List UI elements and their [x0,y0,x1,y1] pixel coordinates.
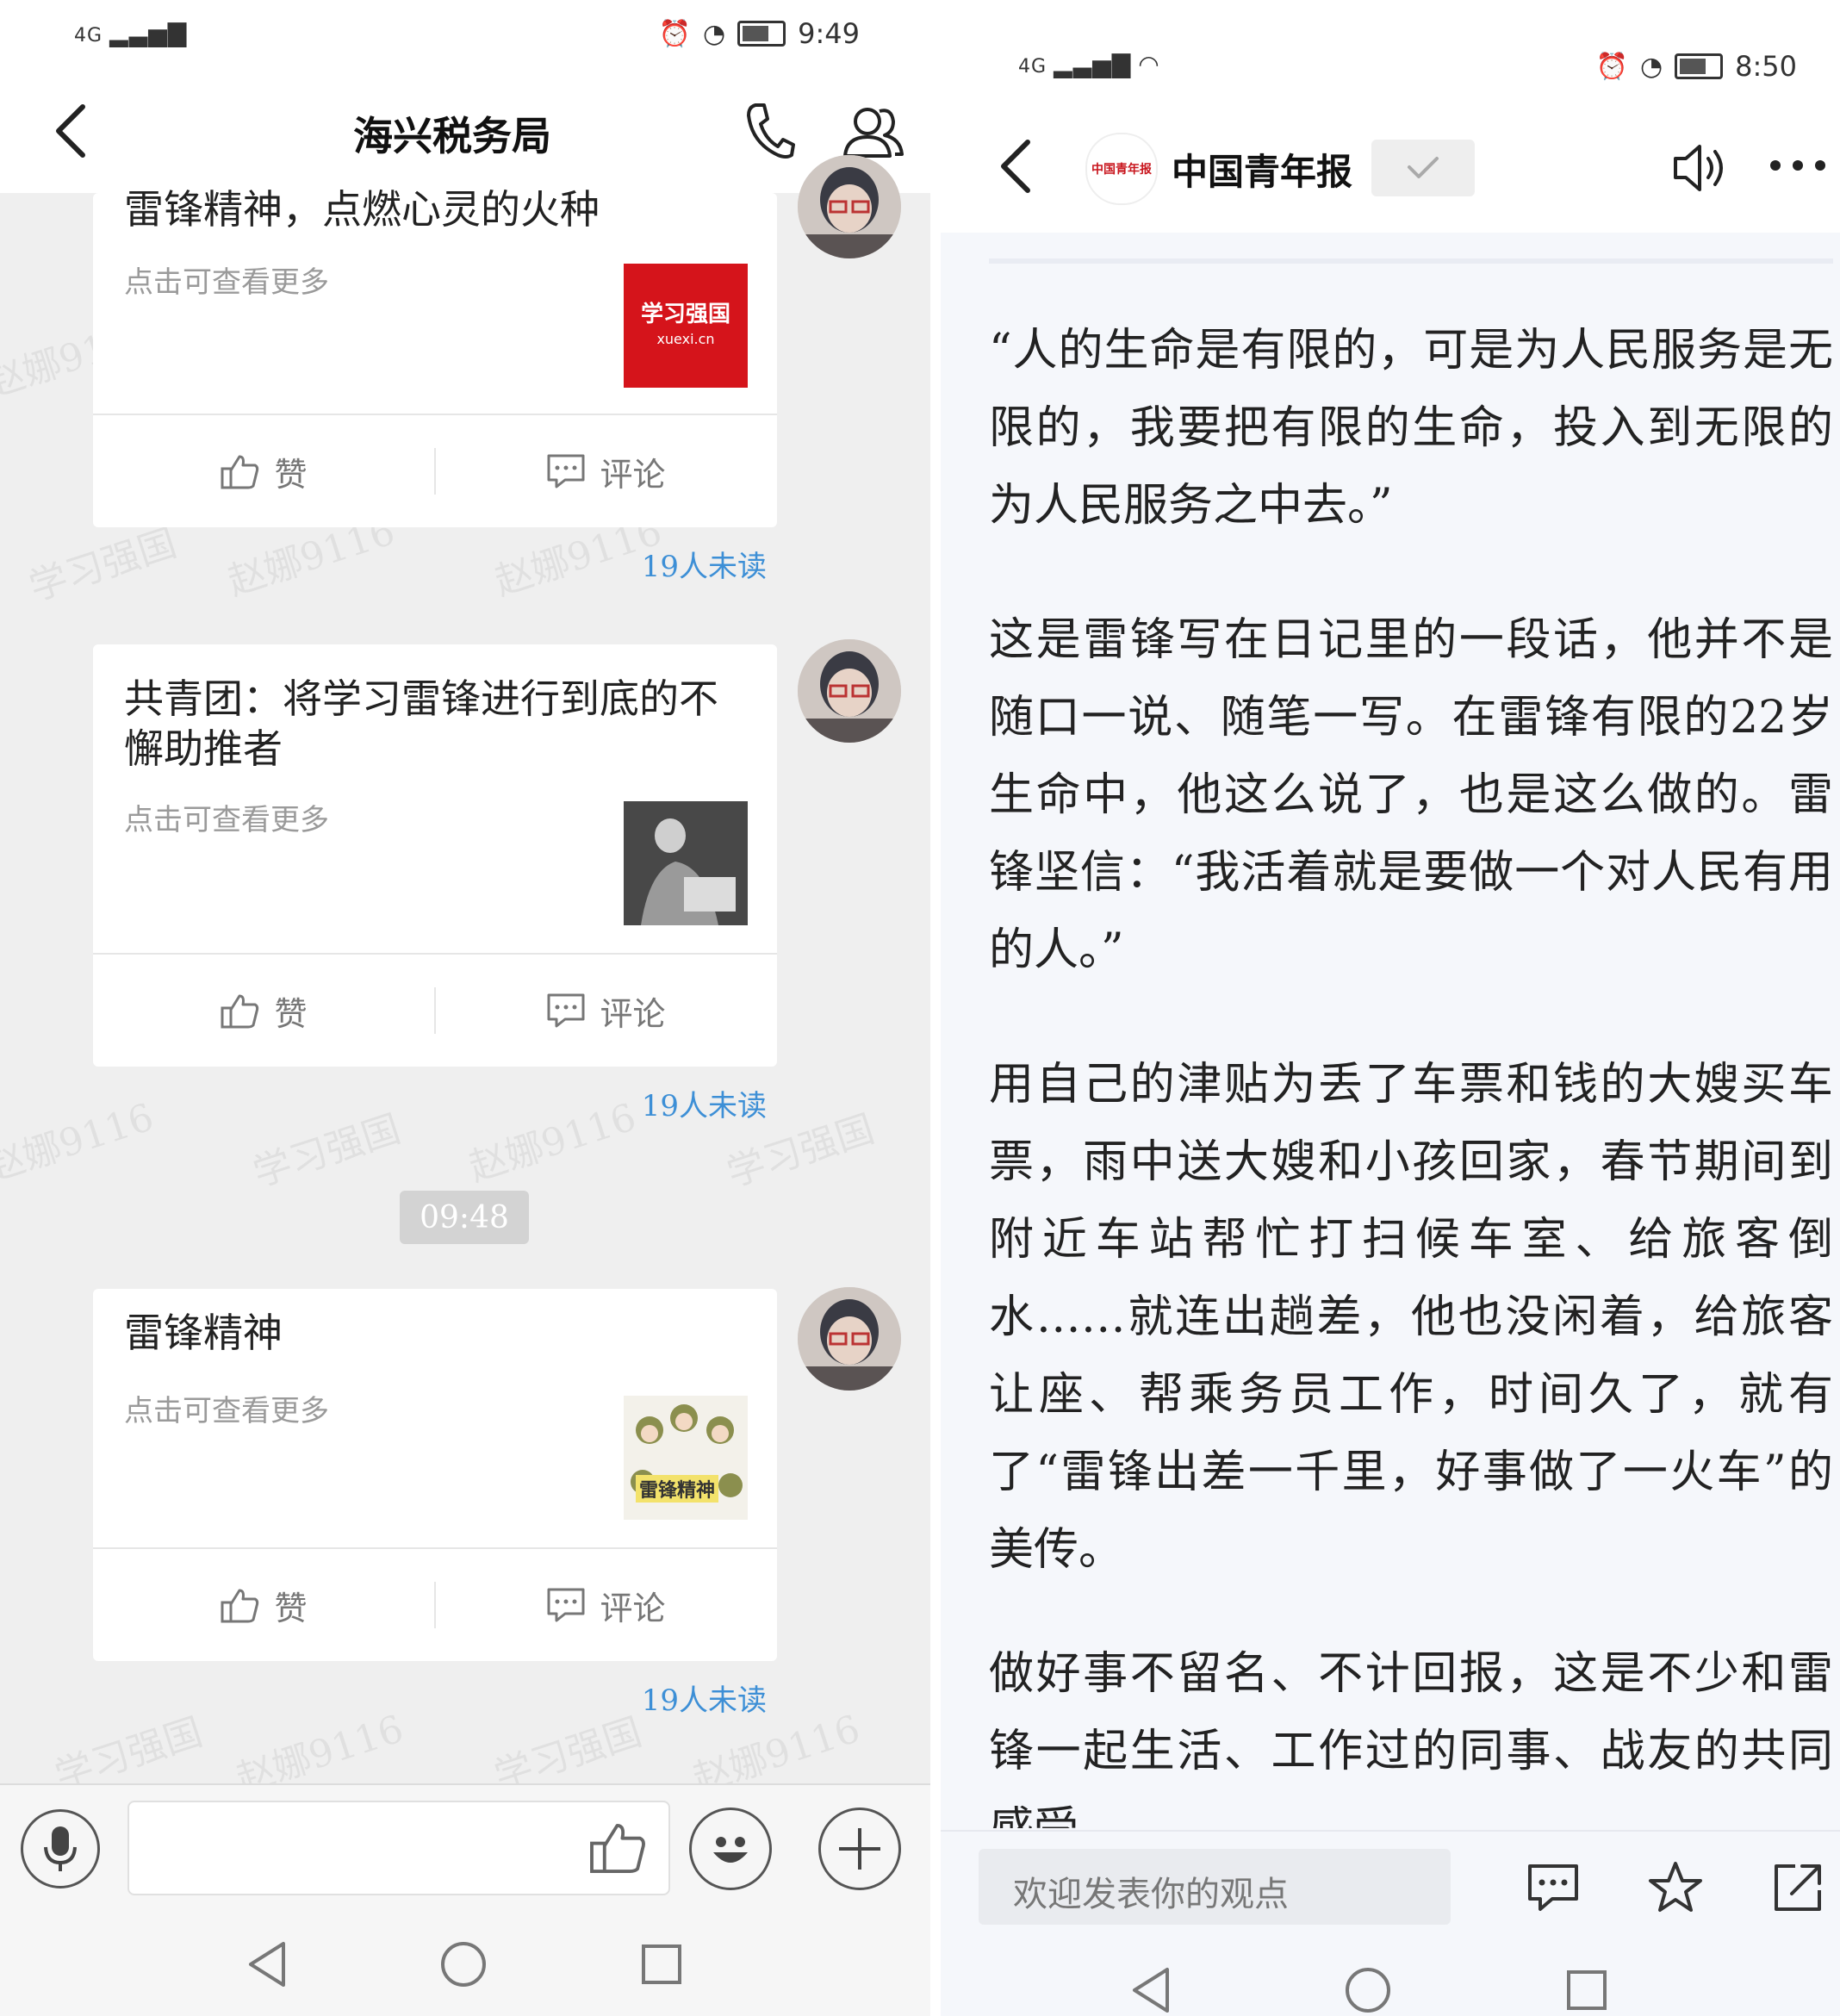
emoji-button[interactable] [689,1808,772,1890]
phone-icon[interactable] [739,98,799,164]
comment-icon [547,1588,585,1622]
article-paragraph: 这是雷锋写在日记里的一段话，他并不是随口一说、随笔一写。在雷锋有限的22岁生命中… [989,614,1833,976]
system-navigation-bar [941,1933,1840,2016]
message-thumbnail [624,801,748,925]
status-bar: 4G ▂▃▅▇ ⏰ ◔ 9:49 [0,0,930,69]
message-actions: 赞 评论 [93,955,777,1067]
like-button[interactable]: 赞 [93,415,435,527]
comment-bar: 欢迎发表你的观点 [941,1830,1840,1935]
back-triangle-icon[interactable] [241,1938,293,1990]
status-bar: 4G ▂▃▅▇ ◠ ⏰ ◔ 8:50 [941,0,1840,95]
more-actions-button[interactable] [818,1808,901,1890]
thumbs-up-icon [221,1589,259,1623]
battery-icon [737,21,786,47]
thumbs-up-icon [221,455,259,489]
source-name[interactable]: 中国青年报 [1172,143,1352,196]
avatar[interactable] [798,1287,901,1391]
microphone-icon [44,1826,77,1871]
unread-count[interactable]: 19人未读 [642,1677,767,1719]
plus-icon [839,1828,880,1870]
wifi-icon: ◠ [1138,50,1160,78]
battery-icon [1675,53,1724,79]
watermark: 学习强国 [247,1106,406,1196]
speaker-icon[interactable] [1666,138,1731,198]
message-subtitle: 点击可查看更多 [124,1394,329,1428]
divider [434,1582,436,1628]
article-body: “人的生命是有限的，可是为人民服务是无限的，我要把有限的生命，投入到无限的为人民… [941,267,1840,1828]
chat-header: 海兴税务局 [0,69,930,193]
message-title: 雷锋精神 [124,1310,283,1356]
article-pane: 4G ▂▃▅▇ ◠ ⏰ ◔ 8:50 中国青年报 中国青年报 “人的生命是有限的… [941,0,1840,2016]
divider [434,987,436,1034]
avatar[interactable] [798,155,901,258]
message-title: 共青团：将学习雷锋进行到底的不懈助推者 [124,675,718,772]
message-title: 雷锋精神，点燃心灵的火种 [124,186,600,233]
watermark: 赵娜9116 [0,1095,159,1191]
time-divider: 09:48 [400,1191,529,1244]
message-input[interactable] [127,1801,670,1895]
clock-time: 8:50 [1735,50,1797,83]
system-navigation-bar [0,1913,930,2016]
comment-icon [547,993,585,1028]
message-actions: 赞 评论 [93,1549,777,1661]
article-paragraph: 用自己的津贴为丢了车票和钱的大嫂买车票，雨中送大嫂和小孩回家，春节期间到附近车站… [989,1059,1833,1576]
page-title: 海兴税务局 [353,113,551,159]
avatar[interactable] [798,639,901,743]
source-logo[interactable]: 中国青年报 [1085,133,1158,205]
article-paragraph: 做好事不留名、不计回报，这是不少和雷锋一起生活、工作过的同事、战友的共同感受。 [989,1648,1833,1828]
message-thumbnail: 学习强国 xuexi.cn [624,264,748,388]
more-options-icon[interactable] [1768,148,1828,183]
unread-count[interactable]: 19人未读 [642,1082,767,1124]
comment-input[interactable]: 欢迎发表你的观点 [979,1849,1451,1925]
article-header: 中国青年报 中国青年报 [941,95,1840,233]
message-subtitle: 点击可查看更多 [124,803,329,837]
chat-pane: 赵娜9116 学习强国 赵娜9116 赵娜9116 赵娜9116 学习强国 赵娜… [0,0,930,2016]
voice-input-button[interactable] [21,1809,100,1888]
divider [434,448,436,495]
share-icon[interactable] [1768,1857,1828,1918]
thumbs-up-icon [221,994,259,1029]
group-members-icon[interactable] [841,98,906,164]
recents-square-icon[interactable] [1561,1964,1613,2016]
recents-square-icon[interactable] [636,1938,687,1990]
comment-icon [547,454,585,488]
checkmark-icon [1408,157,1439,178]
watermark: 赵娜9116 [463,1095,642,1191]
message-subtitle: 点击可查看更多 [124,265,329,300]
alarm-icon: ⏰ [1595,51,1628,82]
comment-button[interactable]: 评论 [435,1549,777,1661]
message-thumbnail: 雷锋精神 [624,1396,748,1520]
like-button[interactable]: 赞 [93,1549,435,1661]
signal-icon: 4G ▂▃▅▇ [74,19,188,47]
signal-icon: 4G ▂▃▅▇ ◠ [1018,50,1160,78]
alarm-icon: ⏰ [658,18,691,49]
divider [989,258,1833,264]
message-actions: 赞 评论 [93,415,777,527]
comment-button[interactable]: 评论 [435,955,777,1067]
speed-icon: ◔ [702,18,726,49]
pane-gap [930,0,941,2016]
back-icon[interactable] [994,136,1037,196]
message-card[interactable]: 共青团：将学习雷锋进行到底的不懈助推者 点击可查看更多 赞 评论 [93,644,777,1067]
clock-time: 9:49 [798,17,860,50]
message-card[interactable]: 雷锋精神 点击可查看更多 雷锋精神 赞 评论 [93,1289,777,1661]
follow-button[interactable] [1371,140,1475,196]
speed-icon: ◔ [1639,51,1663,82]
chat-input-bar [0,1783,930,1914]
like-button[interactable]: 赞 [93,955,435,1067]
thumbs-up-icon[interactable] [587,1816,650,1878]
home-circle-icon[interactable] [1342,1964,1394,2016]
smiley-icon [713,1837,748,1863]
unread-count[interactable]: 19人未读 [642,543,767,585]
back-icon[interactable] [45,100,96,162]
home-circle-icon[interactable] [438,1938,489,1990]
star-icon[interactable] [1645,1857,1706,1918]
message-card[interactable]: 雷锋精神，点燃心灵的火种 点击可查看更多 学习强国 xuexi.cn 赞 评论 [93,186,777,527]
back-triangle-icon[interactable] [1125,1964,1177,2016]
comment-icon[interactable] [1523,1857,1583,1918]
comment-button[interactable]: 评论 [435,415,777,527]
article-paragraph: “人的生命是有限的，可是为人民服务是无限的，我要把有限的生命，投入到无限的为人民… [989,325,1833,532]
